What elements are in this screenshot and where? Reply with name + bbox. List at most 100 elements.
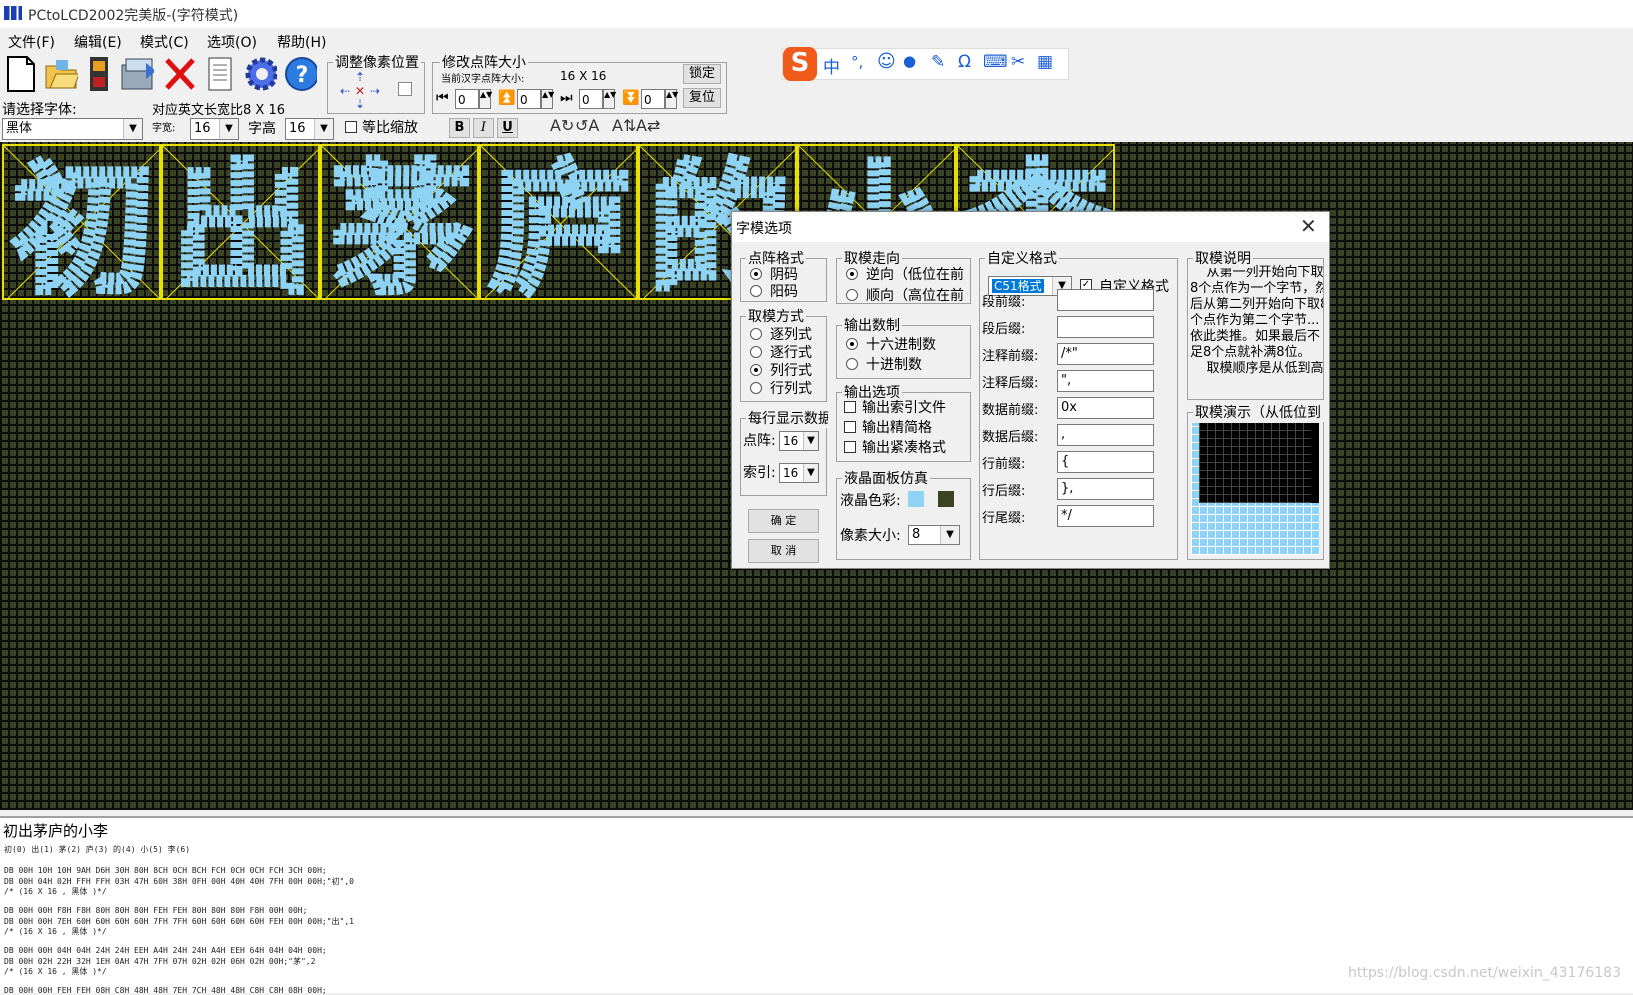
move-left-icon[interactable]: ⇠ — [340, 84, 350, 98]
dot-count-select[interactable]: 16 ▼ — [779, 431, 819, 451]
ime-crop-icon[interactable]: ✂ — [1011, 52, 1025, 72]
proportional-checkbox[interactable] — [345, 121, 357, 133]
code-line: DB 00H 00H 04H 04H 24H 24H EEH A4H 24H 2… — [4, 946, 327, 955]
radio-reverse[interactable] — [846, 268, 858, 280]
glyph-frame[interactable]: 茅 — [320, 144, 479, 300]
settings-gear-icon[interactable] — [243, 54, 277, 94]
glyph-char: 庐 — [490, 149, 630, 298]
spin-top[interactable]: 0 — [517, 89, 541, 109]
move-up-icon[interactable]: ⇡ — [355, 70, 365, 84]
document-icon[interactable] — [203, 54, 237, 94]
dot-count-label: 点阵: — [743, 433, 776, 449]
index-file-checkbox[interactable] — [844, 401, 856, 413]
glyph-frame[interactable]: 庐 — [479, 144, 638, 300]
font-name-select[interactable]: 黑体 ▼ — [2, 118, 143, 140]
chevron-down-icon: ▼ — [219, 119, 238, 139]
menu-mode[interactable]: 模式(C) — [140, 32, 189, 52]
spin-bottom[interactable]: 0 — [641, 89, 665, 109]
spin-top-button[interactable]: ▲▼ — [541, 89, 554, 109]
bold-button[interactable]: B — [449, 118, 470, 138]
lock-button[interactable]: 锁定 — [683, 64, 721, 84]
demo-title: 取模演示（从低位到 — [1193, 402, 1327, 422]
underline-button[interactable]: U — [497, 118, 518, 138]
radio-row-column[interactable] — [750, 382, 762, 394]
ime-symbol-icon[interactable]: Ω — [958, 52, 971, 72]
sogou-logo-icon[interactable]: S — [783, 47, 817, 81]
custom-row-field[interactable]: { — [1057, 451, 1154, 473]
radio-negative[interactable] — [750, 268, 762, 280]
ime-keyboard-icon[interactable]: ⌨ — [983, 52, 1008, 72]
custom-row-field[interactable]: ", — [1057, 370, 1154, 392]
text-input-field[interactable]: 初出茅庐的小李 — [0, 816, 1633, 843]
ime-punctuation-icon[interactable]: °, — [851, 53, 863, 71]
width-select[interactable]: 16 ▼ — [190, 118, 239, 140]
ime-toolbox-icon[interactable]: ▦ — [1037, 52, 1053, 72]
top-arrow-icon: ⏫ — [498, 90, 516, 106]
menu-options[interactable]: 选项(O) — [207, 32, 257, 52]
spin-bottom-button[interactable]: ▲▼ — [665, 89, 678, 109]
custom-row-field[interactable] — [1057, 316, 1154, 338]
reset-button[interactable]: 复位 — [683, 88, 721, 108]
radio-hex-label: 十六进制数 — [866, 337, 936, 353]
lcd-on-color-swatch[interactable] — [908, 491, 924, 507]
tight-checkbox[interactable] — [844, 441, 856, 453]
new-file-icon[interactable] — [4, 54, 38, 94]
radio-positive[interactable] — [750, 285, 762, 297]
radio-hex[interactable] — [846, 338, 858, 350]
rotate-right-icon[interactable]: ↺A — [575, 116, 599, 135]
glyph-char: 茅 — [331, 149, 471, 298]
clear-pixel-icon[interactable] — [398, 82, 412, 96]
move-down-icon[interactable]: ⇣ — [355, 97, 365, 111]
ime-emoji-icon[interactable]: ☺ — [877, 51, 896, 72]
move-right-icon[interactable]: ⇢ — [370, 84, 380, 98]
save-icon[interactable] — [82, 54, 116, 94]
radio-column-row[interactable] — [750, 364, 762, 376]
delete-icon[interactable] — [163, 54, 197, 94]
glyph-frame[interactable]: 初 — [2, 144, 161, 300]
italic-button[interactable]: I — [473, 118, 494, 138]
glyph-diagonal-guides: 庐 — [481, 146, 636, 298]
radio-row[interactable] — [750, 346, 762, 358]
help-icon[interactable]: ? — [283, 54, 317, 94]
ime-chinese-icon[interactable]: 中 — [823, 53, 840, 78]
open-folder-icon[interactable] — [44, 54, 78, 94]
glyph-char: 出 — [172, 149, 312, 298]
radio-column[interactable] — [750, 328, 762, 340]
custom-row-field[interactable]: , — [1057, 424, 1154, 446]
lcd-off-color-swatch[interactable] — [938, 491, 954, 507]
proportional-label: 等比缩放 — [362, 120, 418, 136]
batch-generate-icon[interactable] — [120, 54, 154, 94]
pixel-size-label: 像素大小: — [840, 528, 901, 544]
custom-row-field[interactable]: */ — [1057, 505, 1154, 527]
ime-voice-icon[interactable]: ● — [903, 52, 916, 70]
index-count-select[interactable]: 16 ▼ — [779, 463, 819, 483]
flip-horizontal-icon[interactable]: A⇄ — [636, 116, 660, 135]
pixel-size-select[interactable]: 8 ▼ — [908, 525, 960, 545]
custom-row-field[interactable]: /*" — [1057, 343, 1154, 365]
compact-checkbox[interactable] — [844, 421, 856, 433]
font-options-dialog: 字模选项 ✕ 点阵格式 阴码 阳码 取模方式 逐列式 逐行式 列行式 行列式 每… — [731, 211, 1330, 569]
custom-row-field[interactable]: }, — [1057, 478, 1154, 500]
glyph-frame[interactable]: 出 — [161, 144, 320, 300]
radio-forward[interactable] — [846, 289, 858, 301]
rotate-left-icon[interactable]: A↻ — [550, 116, 574, 135]
spin-right-button[interactable]: ▲▼ — [603, 89, 616, 109]
ime-handwrite-icon[interactable]: ✎ — [931, 52, 945, 72]
spin-right[interactable]: 0 — [579, 89, 603, 109]
spin-left-button[interactable]: ▲▼ — [479, 89, 492, 109]
custom-row-field[interactable] — [1057, 289, 1154, 311]
menu-edit[interactable]: 编辑(E) — [74, 32, 122, 52]
ok-button[interactable]: 确 定 — [748, 509, 819, 533]
flip-vertical-icon[interactable]: A⇅ — [612, 116, 636, 135]
height-select[interactable]: 16 ▼ — [285, 118, 334, 140]
spin-left[interactable]: 0 — [455, 89, 479, 109]
move-center-icon[interactable]: ✕ — [355, 84, 365, 98]
current-size-label: 当前汉字点阵大小: — [441, 74, 525, 85]
cancel-button[interactable]: 取 消 — [748, 539, 819, 563]
menu-help[interactable]: 帮助(H) — [277, 32, 326, 52]
close-icon[interactable]: ✕ — [1300, 214, 1317, 238]
custom-row-field[interactable]: 0x — [1057, 397, 1154, 419]
radio-decimal[interactable] — [846, 358, 858, 370]
menu-file[interactable]: 文件(F) — [8, 32, 55, 52]
code-line: DB 00H 10H 10H 9AH D6H 30H 80H 8CH 0CH B… — [4, 866, 327, 875]
